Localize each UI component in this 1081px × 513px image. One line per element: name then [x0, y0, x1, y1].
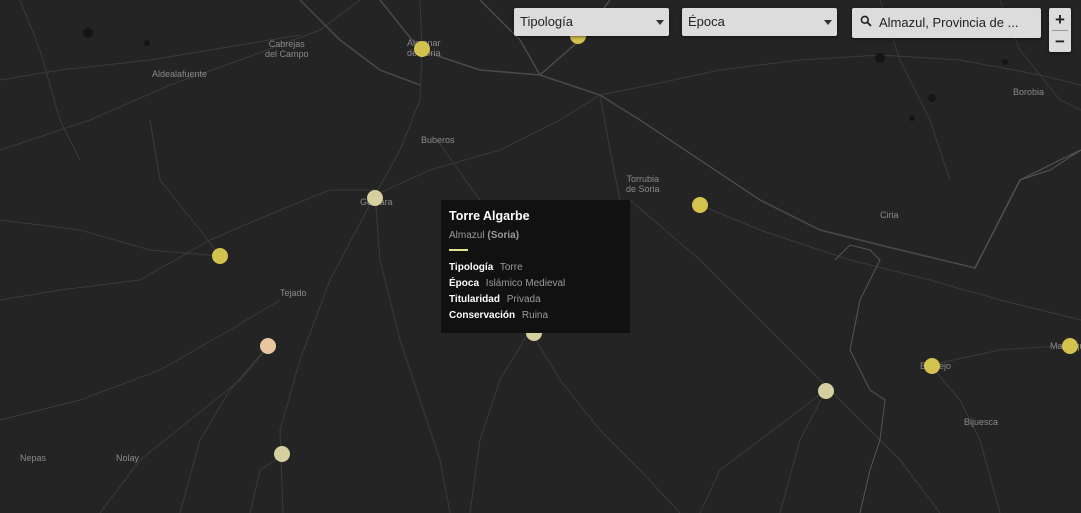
- popup-field-row: Conservación Ruina: [449, 308, 622, 324]
- popup-province: (Soria): [487, 230, 520, 241]
- zoom-divider: [1052, 30, 1068, 31]
- heritage-marker[interactable]: [212, 248, 228, 264]
- heritage-marker[interactable]: [818, 383, 834, 399]
- place-label: Nepas: [20, 453, 47, 463]
- epoca-select[interactable]: Época: [682, 8, 837, 36]
- popup-title: Torre Algarbe: [449, 209, 530, 223]
- search-value: Almazul, Provincia de ...: [879, 15, 1019, 30]
- popup-location-name: Almazul: [449, 230, 485, 241]
- zoom-out-button[interactable]: −: [1049, 30, 1071, 52]
- info-popup: Torre Algarbe Almazul (Soria) Tipología …: [441, 200, 630, 333]
- heritage-marker[interactable]: [924, 358, 940, 374]
- popup-field-row: Tipología Torre: [449, 260, 622, 276]
- heritage-marker[interactable]: [1062, 338, 1078, 354]
- popup-field-key: Titularidad: [449, 294, 500, 305]
- search-input[interactable]: Almazul, Provincia de ...: [852, 8, 1041, 38]
- popup-field-value: Islámico Medieval: [485, 278, 566, 289]
- place-label: Tejado: [280, 288, 307, 298]
- place-label: Nolay: [116, 453, 140, 463]
- popup-location: Almazul (Soria): [449, 230, 622, 241]
- place-label: Buberos: [421, 135, 455, 145]
- search-icon: [860, 15, 872, 27]
- heritage-marker[interactable]: [260, 338, 276, 354]
- place-label: Cabrejas del Campo: [265, 39, 309, 59]
- popup-field-value: Privada: [506, 294, 541, 305]
- heritage-marker[interactable]: [367, 190, 383, 206]
- place-label: Borobia: [1013, 87, 1045, 97]
- popup-field-value: Ruina: [521, 310, 549, 321]
- popup-field-value: Torre: [499, 262, 523, 273]
- epoca-select-label: Época: [688, 14, 725, 29]
- popup-field-key: Tipología: [449, 262, 494, 273]
- popup-field-row: Titularidad Privada: [449, 292, 622, 308]
- zoom-control: + −: [1049, 8, 1071, 52]
- place-label: Torrubia de Soria: [626, 174, 660, 194]
- tipologia-select-label: Tipología: [520, 14, 573, 29]
- caret-down-icon: [824, 20, 832, 25]
- place-label: Ciria: [880, 210, 899, 220]
- popup-accent-rule: [449, 249, 468, 251]
- popup-field-key: Época: [449, 278, 480, 289]
- popup-field-row: Época Islámico Medieval: [449, 276, 622, 292]
- tipologia-select[interactable]: Tipología: [514, 8, 669, 36]
- heritage-marker[interactable]: [274, 446, 290, 462]
- popup-field-key: Conservación: [449, 310, 516, 321]
- place-label: Aldealafuente: [152, 69, 208, 79]
- heritage-marker[interactable]: [692, 197, 708, 213]
- caret-down-icon: [656, 20, 664, 25]
- place-label: Bijuesca: [964, 417, 999, 427]
- heritage-marker[interactable]: [414, 41, 430, 57]
- zoom-in-button[interactable]: +: [1049, 8, 1071, 30]
